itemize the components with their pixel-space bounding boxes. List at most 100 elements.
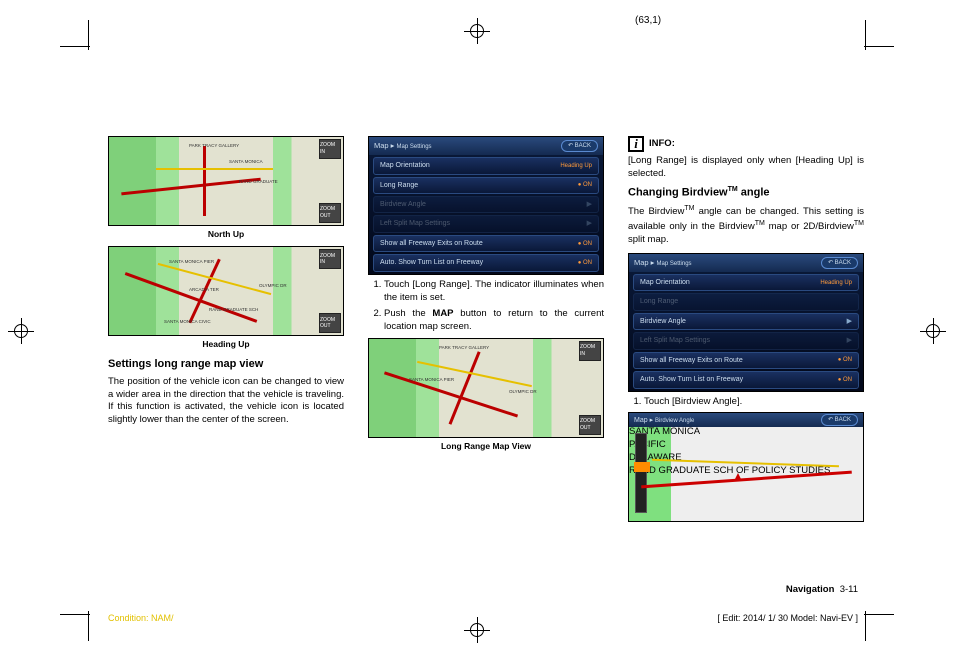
map-screenshot-heading-up: SANTA MONICA PIER ARCADIA TER OLYMPIC DR… (108, 246, 344, 336)
map-label: RAND GRADUATE SCH (209, 307, 258, 313)
zoom-in-button: ZOOM IN (319, 249, 341, 269)
condition-stamp: Condition: NAM/ (108, 613, 174, 623)
page-footer: Navigation 3-11 (786, 584, 858, 595)
instruction-step: Touch [Birdview Angle]. (644, 396, 864, 409)
crop-mark (865, 20, 866, 50)
map-label: SANTA MONICA (629, 426, 863, 439)
menu-breadcrumb: Map ▸ Map Settings (374, 141, 432, 151)
menu-row: Auto. Show Turn List on Freeway ● ON (373, 254, 599, 271)
crop-mark (88, 20, 89, 50)
instruction-step: Push the MAP button to return to the cur… (384, 308, 604, 334)
birdview-angle-screenshot: Map ▸ Birdview Angle ↶ BACK STATE BEACH … (628, 412, 864, 522)
zoom-out-button: ZOOM OUT (319, 313, 341, 333)
menu-row: Left Split Map Settings ▶ (373, 215, 599, 232)
column-2: Map ▸ Map Settings ↶ BACK Map Orientatio… (368, 136, 604, 522)
map-label: PARK TRACY GALLERY (439, 345, 489, 351)
map-label: PARK TRACY GALLERY (189, 143, 239, 149)
zoom-out-button: ZOOM OUT (319, 203, 341, 223)
menu-row-label: Long Range (380, 181, 418, 190)
instruction-list: Touch [Long Range]. The indicator illumi… (368, 279, 604, 334)
map-screenshot-north-up: PARK TRACY GALLERY SANTA MONICA RAND GRA… (108, 136, 344, 226)
menu-row: Long Range ● ON (373, 177, 599, 194)
info-icon: i (628, 136, 644, 152)
figure-caption: Heading Up (108, 339, 344, 350)
on-indicator: ● ON (838, 376, 852, 384)
map-label: PACIFIC (629, 439, 863, 452)
menu-row-label: Map Orientation (380, 161, 430, 170)
column-1: PARK TRACY GALLERY SANTA MONICA RAND GRA… (108, 136, 344, 522)
map-label: OLYMPIC DR (509, 389, 537, 395)
map-label: SANTA MONICA CIVIC (164, 319, 211, 325)
menu-row-label: Show all Freeway Exits on Route (380, 239, 483, 248)
on-indicator: ● ON (578, 240, 592, 248)
chevron-right-icon: ▶ (847, 336, 852, 345)
menu-row: Left Split Map Settings ▶ (633, 332, 859, 349)
registration-mark (464, 18, 490, 44)
menu-row-label: Left Split Map Settings (380, 219, 450, 228)
figure-caption: North Up (108, 229, 344, 240)
zoom-in-button: ZOOM IN (579, 341, 601, 361)
body-text: The position of the vehicle icon can be … (108, 376, 344, 427)
map-label: OLYMPIC DR (259, 283, 287, 289)
menu-row-label: Auto. Show Turn List on Freeway (380, 258, 483, 267)
orientation-value: Heading Up (820, 279, 852, 287)
back-button: ↶ BACK (821, 414, 858, 426)
menu-breadcrumb: Map ▸ Birdview Angle (634, 416, 694, 425)
section-heading: Settings long range map view (108, 357, 344, 372)
registration-mark (8, 318, 34, 344)
info-callout: i INFO: (628, 136, 864, 152)
menu-row: Birdview Angle ▶ (373, 196, 599, 213)
orientation-value: Heading Up (560, 162, 592, 170)
on-indicator: ● ON (578, 259, 592, 267)
map-screenshot-long-range: PARK TRACY GALLERY SANTA MONICA PIER OLY… (368, 338, 604, 438)
vehicle-icon (734, 473, 742, 481)
map-label: RAND GRADUATE (239, 179, 278, 185)
zoom-in-button: ZOOM IN (319, 139, 341, 159)
map-label: SANTA MONICA (229, 159, 263, 165)
menu-row: Map Orientation Heading Up (373, 157, 599, 174)
menu-row-label: Left Split Map Settings (640, 336, 710, 345)
crop-mark (864, 46, 894, 47)
info-label: INFO: (649, 138, 675, 151)
zoom-out-button: ZOOM OUT (579, 415, 601, 435)
menu-row: Show all Freeway Exits on Route ● ON (633, 352, 859, 369)
crop-mark (60, 614, 90, 615)
map-label: ARCADIA TER (189, 287, 219, 293)
menu-row: Show all Freeway Exits on Route ● ON (373, 235, 599, 252)
menu-row: Map Orientation Heading Up (633, 274, 859, 291)
on-indicator: ● ON (838, 356, 852, 364)
figure-caption: Long Range Map View (368, 441, 604, 452)
menu-screenshot-birdview: Map ▸ Map Settings ↶ BACK Map Orientatio… (628, 253, 864, 392)
page-signature: (63,1) (635, 15, 661, 26)
edit-stamp: [ Edit: 2014/ 1/ 30 Model: Navi-EV ] (717, 613, 858, 623)
back-button: ↶ BACK (561, 140, 598, 152)
crop-mark (60, 46, 90, 47)
angle-slider (635, 433, 647, 513)
manual-page: (63,1) PARK TRACY GALLERY SANTA MONICA R… (0, 0, 954, 661)
crop-mark (865, 611, 866, 641)
menu-row-label: Show all Freeway Exits on Route (640, 356, 743, 365)
content-columns: PARK TRACY GALLERY SANTA MONICA RAND GRA… (108, 136, 866, 522)
menu-row-label: Auto. Show Turn List on Freeway (640, 375, 743, 384)
chevron-right-icon: ▶ (587, 219, 592, 228)
menu-row: Birdview Angle ▶ (633, 313, 859, 330)
menu-row-label: Birdview Angle (380, 200, 426, 209)
section-heading: Changing BirdviewTM angle (628, 185, 864, 201)
chevron-right-icon: ▶ (847, 317, 852, 326)
menu-row: Auto. Show Turn List on Freeway ● ON (633, 371, 859, 388)
map-label: SANTA MONICA PIER (409, 377, 454, 383)
menu-screenshot-long-range: Map ▸ Map Settings ↶ BACK Map Orientatio… (368, 136, 604, 275)
crop-mark (864, 614, 894, 615)
body-text: The BirdviewTM angle can be changed. Thi… (628, 204, 864, 247)
menu-breadcrumb: Map ▸ Map Settings (634, 258, 692, 268)
column-3: i INFO: [Long Range] is displayed only w… (628, 136, 864, 522)
menu-row-label: Birdview Angle (640, 317, 686, 326)
menu-row-label: Long Range (640, 297, 678, 306)
menu-row-label: Map Orientation (640, 278, 690, 287)
registration-mark (920, 318, 946, 344)
chevron-right-icon: ▶ (587, 200, 592, 209)
on-indicator: ● ON (578, 181, 592, 189)
menu-row: Long Range (633, 293, 859, 310)
map-label: SANTA MONICA PIER (169, 259, 214, 265)
slider-handle (634, 462, 650, 472)
